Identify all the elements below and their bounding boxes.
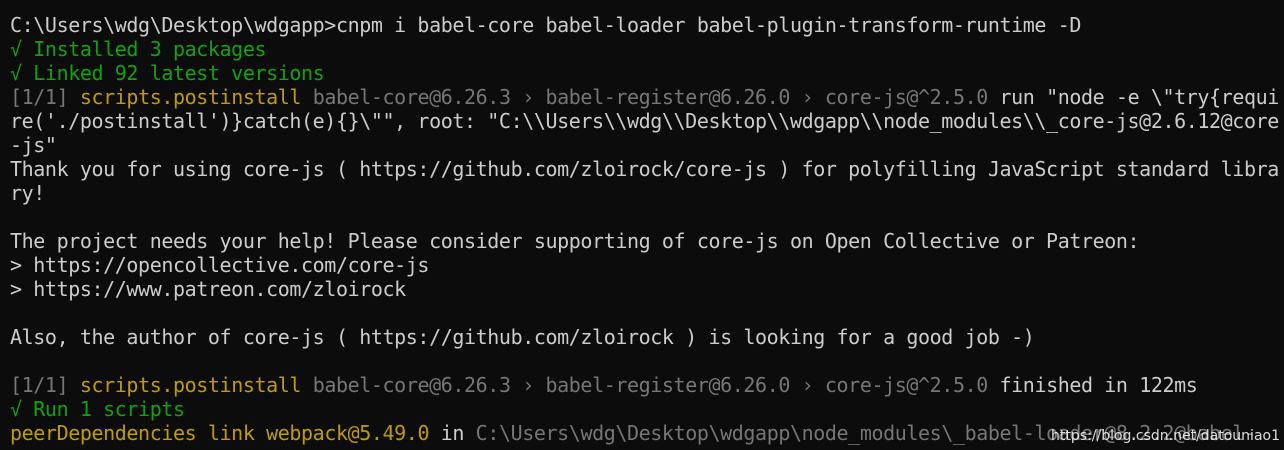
terminal-text-segment: babel-core@6.26.3 › babel-register@6.26.…: [301, 373, 1000, 397]
terminal-line: re('./postinstall')}catch(e){}\"", root:…: [10, 109, 1284, 133]
terminal-line: √ Run 1 scripts: [10, 397, 1284, 421]
terminal-text-segment: webpack@5.49.0: [266, 421, 430, 445]
terminal-text-segment: √ Run 1 scripts: [10, 397, 185, 421]
terminal-text-segment: finished in 122ms: [999, 373, 1198, 397]
terminal-line: > https://opencollective.com/core-js: [10, 253, 1284, 277]
terminal-text-segment: scripts.postinstall: [79, 373, 302, 397]
terminal-line: Thank you for using core-js ( https://gi…: [10, 157, 1284, 181]
terminal-text-segment: Also, the author of core-js ( https://gi…: [10, 325, 1035, 349]
terminal-text-segment: ry!: [10, 181, 45, 205]
terminal-text-segment: √ Linked 92 latest versions: [10, 61, 325, 85]
terminal-line: [1/1] scripts.postinstall babel-core@6.2…: [10, 85, 1284, 109]
terminal-line: √ Installed 3 packages: [10, 37, 1284, 61]
terminal-text-segment: babel-core@6.26.3 › babel-register@6.26.…: [301, 85, 1000, 109]
watermark: https://blog.csdn.net/datouniao1: [1051, 428, 1280, 444]
terminal-text-segment: C:\Users\wdg\Desktop\wdgapp>cnpm i babel…: [10, 13, 1081, 37]
terminal-text-segment: run "node -e \"try{requi: [999, 85, 1280, 109]
terminal-text-segment: √ Installed 3 packages: [10, 37, 267, 61]
terminal-line: ry!: [10, 181, 1284, 205]
terminal-line: C:\Users\wdg\Desktop\wdgapp>cnpm i babel…: [10, 13, 1284, 37]
terminal-text-segment: -js": [10, 133, 57, 157]
terminal-text-segment: The project needs your help! Please cons…: [10, 229, 1140, 253]
terminal-line: The project needs your help! Please cons…: [10, 229, 1284, 253]
terminal-text-segment: > https://opencollective.com/core-js: [10, 253, 430, 277]
terminal-text-segment: [1/1]: [10, 373, 80, 397]
terminal-window[interactable]: C:\Users\wdg\Desktop\wdgapp>cnpm i babel…: [0, 0, 1284, 450]
terminal-text-segment: > https://www.patreon.com/zloirock: [10, 277, 406, 301]
terminal-text-segment: re('./postinstall')}catch(e){}\"", root:…: [10, 109, 1279, 133]
terminal-text-segment: Thank you for using core-js ( https://gi…: [10, 157, 1279, 181]
terminal-text-segment: in: [429, 421, 476, 445]
terminal-line: √ Linked 92 latest versions: [10, 61, 1284, 85]
terminal-line: -js": [10, 133, 1284, 157]
terminal-line: Also, the author of core-js ( https://gi…: [10, 325, 1284, 349]
terminal-line: > https://www.patreon.com/zloirock: [10, 277, 1284, 301]
terminal-text-segment: peerDependencies link: [10, 421, 267, 445]
terminal-line: [1/1] scripts.postinstall babel-core@6.2…: [10, 373, 1284, 397]
terminal-text-segment: [1/1]: [10, 85, 80, 109]
terminal-text-segment: scripts.postinstall: [79, 85, 302, 109]
